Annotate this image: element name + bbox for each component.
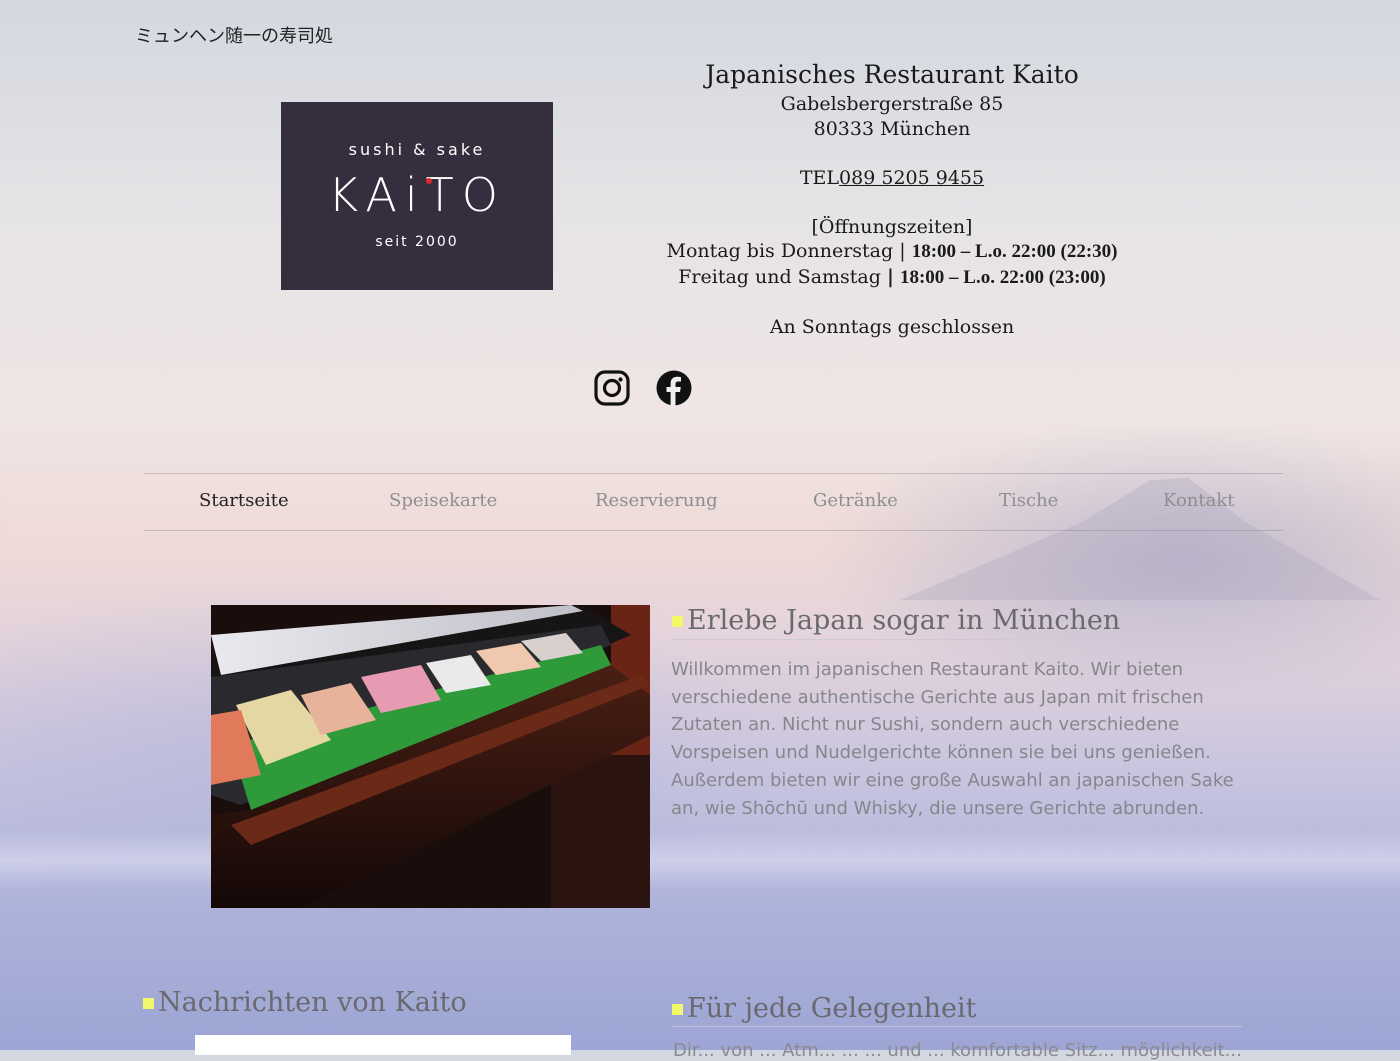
restaurant-info: Japanisches Restaurant Kaito Gabelsberge… bbox=[642, 58, 1142, 339]
kaito-logo[interactable]: sushi & sake KAiTO seit 2000 bbox=[281, 102, 553, 290]
intro-heading-text: Erlebe Japan sogar in München bbox=[687, 605, 1121, 636]
closed-note: An Sonntags geschlossen bbox=[769, 315, 1015, 338]
address-street: Gabelsbergerstraße 85 bbox=[780, 93, 1004, 115]
hours-row: Freitag und Samstag | 18:00 – L.o. 22:00… bbox=[642, 265, 1142, 291]
hours-days: Freitag und Samstag bbox=[678, 265, 881, 288]
nav-item-getraenke[interactable]: Getränke bbox=[813, 490, 898, 511]
logo-red-dot bbox=[426, 178, 432, 184]
hours-time: 18:00 – L.o. 22:00 (22:30) bbox=[911, 241, 1118, 262]
news-heading-text: Nachrichten von Kaito bbox=[158, 987, 467, 1018]
hours-row: Montag bis Donnerstag | 18:00 – L.o. 22:… bbox=[642, 239, 1142, 265]
logo-subtitle: sushi & sake bbox=[348, 140, 486, 159]
phone-label: TEL bbox=[799, 166, 840, 189]
nav-item-speisekarte[interactable]: Speisekarte bbox=[389, 490, 497, 511]
hours-days: Montag bis Donnerstag bbox=[666, 240, 894, 262]
occasion-text: Dir... von ... Atm... ... ... und ... ko… bbox=[673, 1040, 1242, 1061]
hours-separator: | bbox=[899, 240, 906, 262]
hours-separator: | bbox=[886, 265, 894, 288]
intro-heading-rule bbox=[672, 639, 1242, 640]
hours-title: [Öffnungszeiten] bbox=[811, 215, 973, 238]
occasion-heading-rule bbox=[672, 1026, 1242, 1027]
nav-item-reservierung[interactable]: Reservierung bbox=[595, 490, 718, 511]
logo-name: KAiTO bbox=[328, 168, 506, 222]
instagram-icon[interactable] bbox=[593, 369, 631, 407]
intro-text: Willkommen im japanischen Restaurant Kai… bbox=[671, 659, 1234, 819]
phone-line: TEL089 5205 9455 bbox=[642, 166, 1142, 191]
tagline: ミュンヘン随一の寿司処 bbox=[135, 26, 333, 47]
intro-heading: Erlebe Japan sogar in München bbox=[672, 605, 1120, 636]
logo-since: seit 2000 bbox=[375, 234, 459, 250]
heading-marker bbox=[672, 616, 683, 627]
news-feed-box bbox=[195, 1035, 571, 1055]
heading-marker bbox=[143, 998, 154, 1009]
occasion-heading: Für jede Gelegenheit bbox=[672, 993, 976, 1024]
facebook-icon[interactable] bbox=[655, 369, 693, 407]
phone-link[interactable]: 089 5205 9455 bbox=[839, 167, 984, 189]
background-lake-reflection bbox=[0, 830, 1400, 890]
occasion-heading-text: Für jede Gelegenheit bbox=[687, 993, 977, 1024]
address-city: 80333 München bbox=[813, 117, 971, 140]
news-heading: Nachrichten von Kaito bbox=[143, 987, 467, 1018]
nav-item-startseite[interactable]: Startseite bbox=[199, 490, 289, 511]
sushi-display-photo bbox=[211, 605, 650, 908]
nav-item-kontakt[interactable]: Kontakt bbox=[1163, 490, 1235, 511]
nav-item-tische[interactable]: Tische bbox=[999, 490, 1058, 511]
main-navigation: Startseite Speisekarte Reservierung Getr… bbox=[144, 473, 1283, 531]
heading-marker bbox=[672, 1004, 683, 1015]
hours-time: 18:00 – L.o. 22:00 (23:00) bbox=[899, 266, 1106, 288]
restaurant-name: Japanisches Restaurant Kaito bbox=[705, 60, 1079, 89]
